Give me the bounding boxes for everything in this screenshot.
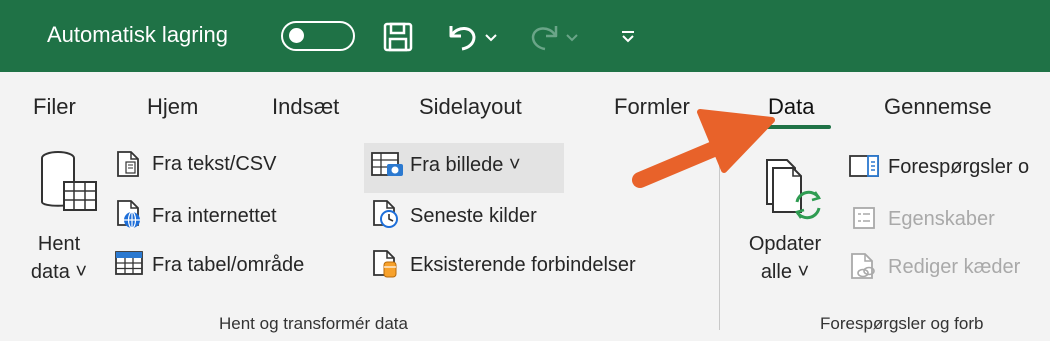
- annotation-arrow-icon: [632, 109, 775, 188]
